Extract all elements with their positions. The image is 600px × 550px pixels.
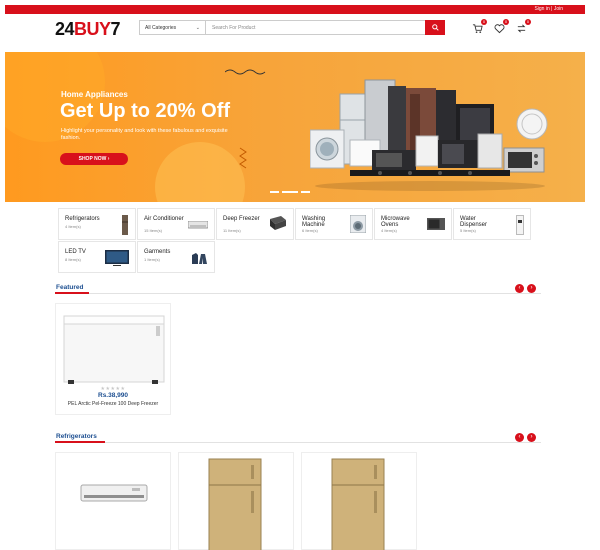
hero-kicker: Home Appliances — [61, 90, 128, 99]
category-name: LED TV — [65, 249, 86, 255]
product-card[interactable] — [301, 452, 417, 550]
search-bar: All Categories ⌄ — [139, 20, 445, 35]
hero-pagination — [270, 191, 310, 193]
chevron-down-icon: ⌄ — [195, 24, 200, 31]
shop-now-button[interactable]: SHOP NOW › — [60, 153, 128, 165]
category-name: Microwave Ovens — [381, 216, 410, 228]
garments-icon — [192, 253, 207, 264]
microwave-icon — [427, 218, 445, 230]
prev-arrow-button[interactable]: ‹ — [515, 284, 524, 293]
category-name: Garments — [144, 249, 171, 255]
hero-banner[interactable]: Home Appliances Get Up to 20% Off Highli… — [5, 52, 585, 202]
category-count: 4 Item(s) — [381, 228, 397, 233]
category-select[interactable]: All Categories ⌄ — [140, 21, 206, 34]
deep-freezer-product-image — [63, 315, 165, 384]
logo-text-highlight: BUY — [74, 19, 111, 39]
search-icon — [431, 24, 439, 31]
refrigerator-product-image — [208, 458, 262, 550]
category-tile-refrigerators[interactable]: Refrigerators 4 Item(s) — [58, 208, 136, 240]
category-name: Air Conditioner — [144, 216, 184, 222]
section-divider — [55, 441, 541, 443]
next-arrow-button[interactable]: › — [527, 433, 536, 442]
category-count: 1 Item(s) — [144, 257, 160, 262]
category-count: 5 Item(s) — [460, 228, 476, 233]
deep-freezer-icon — [270, 216, 286, 230]
water-dispenser-icon — [516, 215, 524, 235]
compare-count-badge: 0 — [525, 19, 531, 25]
category-count: 11 Item(s) — [223, 228, 241, 233]
shop-now-label: SHOP NOW — [78, 156, 107, 162]
refrigerator-icon — [122, 215, 128, 235]
category-count: 6 Item(s) — [302, 228, 318, 233]
prev-arrow-button[interactable]: ‹ — [515, 433, 524, 442]
category-name: Washing Machine — [302, 216, 326, 228]
category-name: Deep Freezer — [223, 216, 260, 222]
category-tile-deep-freezer[interactable]: Deep Freezer 11 Item(s) — [216, 208, 294, 240]
hero-dot[interactable] — [301, 191, 310, 193]
category-tile-air-conditioner[interactable]: Air Conditioner 15 Item(s) — [137, 208, 215, 240]
heart-icon — [494, 24, 505, 34]
product-card[interactable] — [55, 452, 171, 550]
section-title-featured: Featured — [56, 284, 84, 291]
air-conditioner-icon — [188, 221, 208, 229]
category-select-value: All Categories — [145, 24, 177, 31]
search-input[interactable] — [206, 21, 425, 34]
logo-text-suffix: 7 — [110, 19, 121, 39]
cart-icon — [472, 24, 483, 33]
category-name: Refrigerators — [65, 216, 100, 222]
category-name: Water Dispenser — [460, 216, 488, 228]
wishlist-button[interactable]: 0 — [494, 19, 509, 34]
compare-icon — [517, 24, 526, 33]
hero-dot[interactable] — [270, 191, 279, 193]
wishlist-count-badge: 0 — [503, 19, 509, 25]
section-divider — [55, 292, 541, 294]
hero-subtext: Highlight your personality and look with… — [61, 128, 228, 141]
product-price: Rs.38,990 — [98, 392, 128, 399]
decorative-blob — [155, 142, 245, 202]
decorative-wave — [225, 69, 266, 75]
product-card[interactable]: ★★★★★ Rs.38,990 PEL Arctic Pel-Freeze 10… — [55, 303, 171, 415]
air-conditioner-product-image — [80, 484, 148, 502]
logo-text-prefix: 24 — [55, 19, 75, 39]
section-divider-accent — [55, 292, 89, 294]
section-title-refrigerators: Refrigerators — [56, 433, 97, 440]
category-tile-led-tv[interactable]: LED TV 8 Item(s) — [58, 241, 136, 273]
category-tile-water-dispenser[interactable]: Water Dispenser 5 Item(s) — [453, 208, 531, 240]
category-tile-microwave-ovens[interactable]: Microwave Ovens 4 Item(s) — [374, 208, 452, 240]
next-arrow-button[interactable]: › — [527, 284, 536, 293]
product-card[interactable] — [178, 452, 294, 550]
refrigerator-product-image — [331, 458, 385, 550]
category-count: 4 Item(s) — [65, 224, 81, 229]
product-name[interactable]: PEL Arctic Pel-Freeze 100 Deep Freezer — [56, 401, 170, 408]
category-tile-washing-machine[interactable]: Washing Machine 6 Item(s) — [295, 208, 373, 240]
washing-machine-icon — [350, 215, 366, 233]
category-tile-garments[interactable]: Garments 1 Item(s) — [137, 241, 215, 273]
sign-in-join-link[interactable]: Sign in | Join — [534, 6, 563, 12]
hero-headline: Get Up to 20% Off — [60, 100, 231, 122]
search-button[interactable] — [425, 20, 445, 35]
decorative-zigzag — [239, 147, 247, 169]
site-logo[interactable]: 24BUY7 — [55, 19, 121, 40]
chevron-right-icon: › — [107, 156, 110, 162]
compare-button[interactable]: 0 — [516, 19, 531, 33]
cart-button[interactable]: 0 — [472, 19, 487, 33]
hero-dot-active[interactable] — [282, 191, 298, 193]
featured-carousel-nav: ‹ › — [515, 284, 536, 293]
top-bar: Sign in | Join — [5, 5, 585, 14]
category-count: 8 Item(s) — [65, 257, 81, 262]
category-count: 15 Item(s) — [144, 228, 163, 233]
refrigerators-carousel-nav: ‹ › — [515, 433, 536, 442]
section-divider-accent — [55, 441, 105, 443]
appliances-illustration — [310, 79, 548, 191]
tv-icon — [105, 250, 129, 266]
cart-count-badge: 0 — [481, 19, 487, 25]
